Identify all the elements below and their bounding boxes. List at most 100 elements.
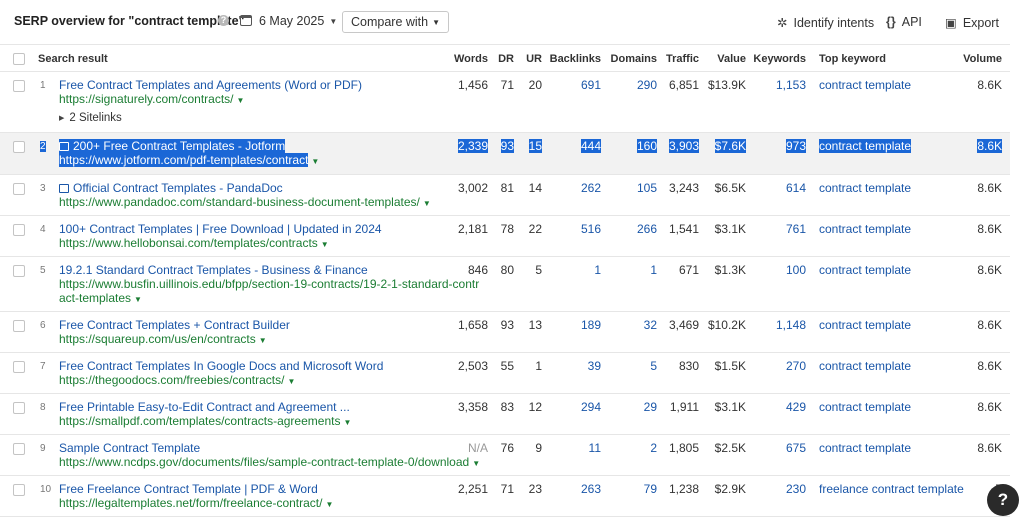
top-keyword-link[interactable]: contract template (819, 400, 911, 414)
row-checkbox[interactable] (13, 320, 25, 332)
date-picker[interactable]: 6 May 2025 ▼ (240, 14, 337, 28)
domains-link[interactable]: 2 (650, 441, 657, 455)
backlinks-link[interactable]: 262 (581, 181, 601, 195)
result-url[interactable]: https://www.busfin.uillinois.edu/bfpp/se… (59, 277, 479, 291)
top-keyword-link[interactable]: contract template (819, 441, 911, 455)
keywords-link[interactable]: 1,148 (776, 318, 806, 332)
traffic-value: 1,805 (668, 441, 699, 455)
keywords-link[interactable]: 1,153 (776, 78, 806, 92)
keywords-link[interactable]: 429 (786, 400, 806, 414)
result-url[interactable]: https://www.hellobonsai.com/templates/co… (59, 236, 329, 250)
top-keyword-link[interactable]: contract template (819, 263, 911, 277)
compare-with-button[interactable]: Compare with ▼ (342, 11, 450, 33)
backlinks-link[interactable]: 11 (589, 441, 601, 455)
domains-link[interactable]: 79 (644, 482, 657, 496)
result-title[interactable]: Official Contract Templates - PandaDoc (59, 181, 283, 195)
api-button[interactable]: {} API (886, 15, 922, 29)
top-keyword-link[interactable]: contract template (819, 181, 911, 195)
domains-link[interactable]: 32 (644, 318, 657, 332)
result-url[interactable]: https://www.pandadoc.com/standard-busine… (59, 195, 431, 209)
result-title[interactable]: Sample Contract Template (59, 441, 200, 455)
keywords-link[interactable]: 973 (785, 139, 806, 153)
col-ur[interactable]: UR (526, 53, 542, 65)
top-keyword-link[interactable]: contract template (819, 78, 911, 92)
top-keyword-link[interactable]: contract template (819, 318, 911, 332)
row-checkbox[interactable] (13, 402, 25, 414)
sitelinks-toggle[interactable]: ▶ 2 Sitelinks (59, 112, 122, 124)
result-title[interactable]: Free Contract Templates and Agreements (… (59, 78, 362, 92)
backlinks-link[interactable]: 1 (594, 263, 601, 277)
result-title-text: Official Contract Templates - PandaDoc (73, 181, 283, 195)
keywords-link[interactable]: 270 (786, 359, 806, 373)
result-title[interactable]: Free Contract Templates + Contract Build… (59, 318, 290, 332)
col-keywords[interactable]: Keywords (753, 53, 806, 65)
col-value[interactable]: Value (717, 53, 746, 65)
value-value: $2.9K (714, 482, 746, 496)
top-keyword-link[interactable]: contract template (819, 359, 911, 373)
row-checkbox[interactable] (13, 361, 25, 373)
row-checkbox[interactable] (13, 141, 25, 153)
result-url-continued[interactable]: act-templates ▼ (59, 291, 142, 305)
keywords-link[interactable]: 614 (786, 181, 806, 195)
backlinks-link[interactable]: 263 (581, 482, 601, 496)
keywords-link[interactable]: 100 (786, 263, 806, 277)
export-button[interactable]: ▣ Export (945, 15, 999, 30)
result-url[interactable]: https://legaltemplates.net/form/freelanc… (59, 496, 333, 510)
backlinks-link[interactable]: 516 (581, 222, 601, 236)
domains-link[interactable]: 160 (636, 139, 657, 153)
backlinks-link[interactable]: 691 (581, 78, 601, 92)
domains-link[interactable]: 1 (650, 263, 657, 277)
domains-link[interactable]: 5 (650, 359, 657, 373)
result-url[interactable]: https://squareup.com/us/en/contracts ▼ (59, 332, 267, 346)
domains-link[interactable]: 29 (644, 400, 657, 414)
domains-link[interactable]: 290 (637, 78, 657, 92)
col-backlinks[interactable]: Backlinks (550, 53, 601, 65)
result-url[interactable]: https://www.ncdps.gov/documents/files/sa… (59, 455, 480, 469)
col-volume[interactable]: Volume (963, 53, 1002, 65)
volume-value: 8.6K (977, 400, 1002, 414)
col-domains[interactable]: Domains (611, 53, 657, 65)
row-checkbox[interactable] (13, 265, 25, 277)
row-checkbox[interactable] (13, 484, 25, 496)
identify-intents-button[interactable]: ✲ Identify intents (777, 15, 874, 30)
col-search-result[interactable]: Search result (38, 53, 108, 65)
result-title[interactable]: Free Printable Easy-to-Edit Contract and… (59, 400, 350, 414)
api-label: API (901, 15, 922, 29)
row-checkbox[interactable] (13, 224, 25, 236)
col-traffic[interactable]: Traffic (666, 53, 699, 65)
result-url[interactable]: https://signaturely.com/contracts/▼ (59, 92, 244, 106)
top-keyword-link[interactable]: contract template (819, 139, 912, 153)
result-title[interactable]: 19.2.1 Standard Contract Templates - Bus… (59, 263, 368, 277)
row-checkbox[interactable] (13, 443, 25, 455)
row-checkbox[interactable] (13, 183, 25, 195)
top-keyword-link[interactable]: contract template (819, 222, 911, 236)
help-icon[interactable]: ? (218, 15, 229, 26)
help-chat-button[interactable]: ? (987, 484, 1019, 516)
result-url[interactable]: https://thegoodocs.com/freebies/contract… (59, 373, 295, 387)
backlinks-link[interactable]: 294 (581, 400, 601, 414)
result-title[interactable]: 200+ Free Contract Templates - Jotform (59, 139, 286, 153)
result-title[interactable]: Free Freelance Contract Template | PDF &… (59, 482, 318, 496)
backlinks-link[interactable]: 189 (581, 318, 601, 332)
chevron-down-icon: ▼ (311, 157, 320, 166)
position: 6 (40, 320, 46, 331)
col-dr[interactable]: DR (498, 53, 514, 65)
result-title[interactable]: 100+ Contract Templates | Free Download … (59, 222, 382, 236)
keywords-link[interactable]: 761 (786, 222, 806, 236)
value-value: $7.6K (714, 139, 746, 153)
result-url[interactable]: https://www.jotform.com/pdf-templates/co… (59, 153, 319, 167)
keywords-link[interactable]: 230 (786, 482, 806, 496)
select-all-checkbox[interactable] (13, 53, 25, 65)
domains-link[interactable]: 105 (637, 181, 657, 195)
keywords-link[interactable]: 675 (786, 441, 806, 455)
top-keyword-link[interactable]: freelance contract template (819, 482, 964, 496)
col-top-keyword[interactable]: Top keyword (819, 53, 886, 65)
col-words[interactable]: Words (454, 53, 488, 65)
chevron-down-icon: ▼ (325, 500, 334, 509)
backlinks-link[interactable]: 39 (588, 359, 601, 373)
backlinks-link[interactable]: 444 (580, 139, 601, 153)
result-url[interactable]: https://smallpdf.com/templates/contracts… (59, 414, 351, 428)
row-checkbox[interactable] (13, 80, 25, 92)
result-title[interactable]: Free Contract Templates In Google Docs a… (59, 359, 383, 373)
domains-link[interactable]: 266 (637, 222, 657, 236)
